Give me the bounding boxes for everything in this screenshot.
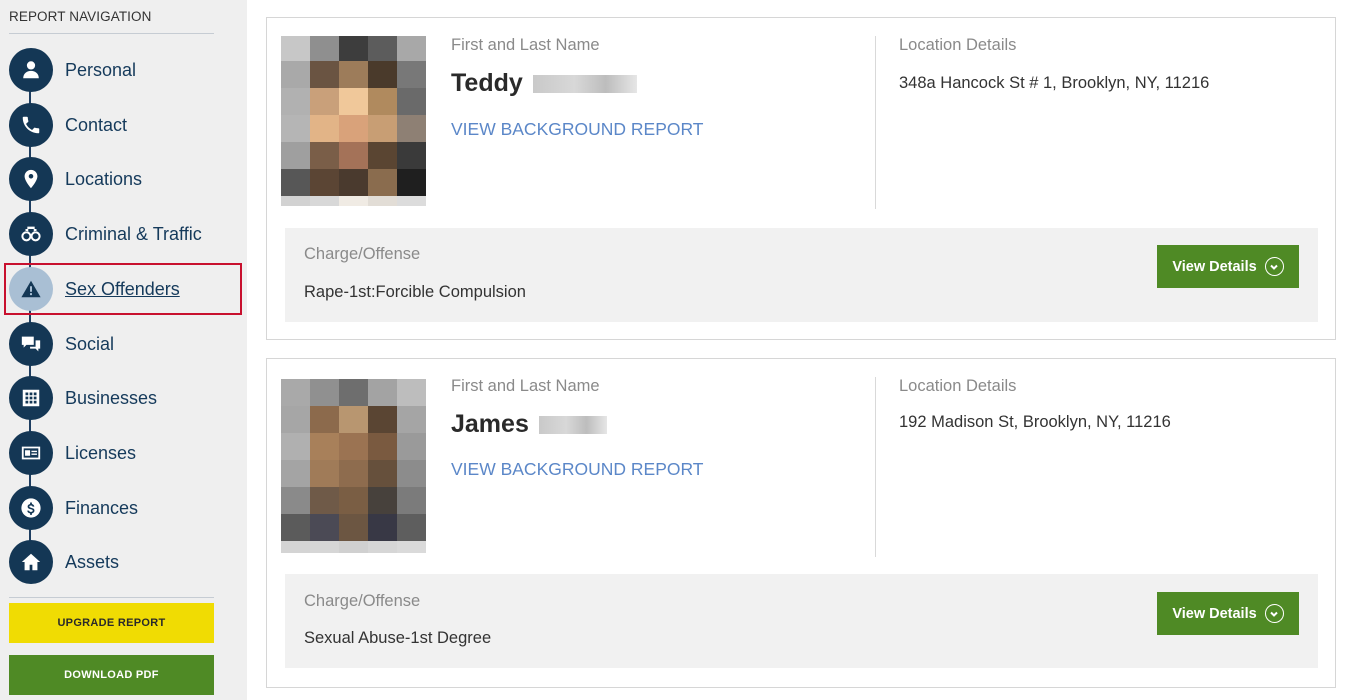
sidebar-item-label: Contact bbox=[65, 115, 128, 135]
handcuffs-icon bbox=[9, 212, 53, 256]
active-item-highlight bbox=[4, 263, 242, 315]
view-details-button[interactable]: View Details bbox=[1157, 245, 1299, 288]
sidebar-item-label: Criminal & Traffic bbox=[65, 224, 202, 244]
pixelated-photo bbox=[281, 379, 426, 553]
redacted-last-name bbox=[532, 74, 637, 93]
charge-label: Charge/Offense bbox=[304, 592, 421, 610]
charge-panel: Charge/Offense Rape-1st:Forcible Compuls… bbox=[285, 228, 1318, 322]
sidebar-item-contact[interactable]: Contact bbox=[9, 103, 234, 147]
name-label: First and Last Name bbox=[451, 377, 600, 395]
view-details-label: View Details bbox=[1172, 605, 1257, 622]
divider bbox=[875, 377, 876, 557]
first-name: James bbox=[451, 410, 529, 438]
sidebar-item-assets[interactable]: Assets bbox=[9, 540, 234, 584]
view-background-report-link[interactable]: VIEW BACKGROUND REPORT bbox=[451, 459, 704, 480]
pixelated-photo bbox=[281, 36, 426, 206]
redacted-last-name bbox=[538, 415, 607, 434]
charge-label: Charge/Offense bbox=[304, 245, 421, 263]
download-pdf-button[interactable]: DOWNLOAD PDF bbox=[9, 655, 214, 695]
phone-icon bbox=[9, 103, 53, 147]
view-details-label: View Details bbox=[1172, 258, 1257, 275]
sidebar-item-label: Social bbox=[65, 334, 115, 354]
location-label: Location Details bbox=[899, 36, 1017, 54]
sidebar-item-label: Assets bbox=[65, 552, 120, 572]
divider bbox=[875, 36, 876, 209]
sidebar-item-social[interactable]: Social bbox=[9, 322, 234, 366]
person-icon bbox=[9, 48, 53, 92]
sidebar-item-label: Finances bbox=[65, 498, 139, 518]
location-value: 348a Hancock St # 1, Brooklyn, NY, 11216 bbox=[899, 74, 1210, 92]
report-navigation-sidebar: REPORT NAVIGATION Personal Contact Locat… bbox=[0, 0, 247, 700]
sidebar-item-criminal-traffic[interactable]: Criminal & Traffic bbox=[9, 212, 234, 256]
sidebar-item-label: Licenses bbox=[65, 443, 137, 463]
person-name: Teddy bbox=[451, 69, 637, 98]
sidebar-item-label: Businesses bbox=[65, 388, 158, 408]
sidebar-item-personal[interactable]: Personal bbox=[9, 48, 234, 92]
view-background-report-link[interactable]: VIEW BACKGROUND REPORT bbox=[451, 119, 704, 140]
offender-record-card: First and Last Name Teddy VIEW BACKGROUN… bbox=[266, 17, 1336, 340]
first-name: Teddy bbox=[451, 69, 523, 97]
map-pin-icon bbox=[9, 157, 53, 201]
id-card-icon bbox=[9, 431, 53, 475]
sidebar-item-locations[interactable]: Locations bbox=[9, 157, 234, 201]
charge-value: Sexual Abuse-1st Degree bbox=[304, 629, 492, 647]
divider bbox=[9, 597, 214, 598]
home-icon bbox=[9, 540, 53, 584]
person-name: James bbox=[451, 410, 607, 439]
chevron-down-icon bbox=[1264, 604, 1284, 623]
location-label: Location Details bbox=[899, 377, 1017, 395]
nav-heading: REPORT NAVIGATION bbox=[9, 9, 152, 24]
chevron-down-icon bbox=[1264, 257, 1284, 276]
building-icon bbox=[9, 376, 53, 420]
charge-value: Rape-1st:Forcible Compulsion bbox=[304, 283, 526, 301]
sidebar-item-label: Personal bbox=[65, 60, 137, 80]
sidebar-item-licenses[interactable]: Licenses bbox=[9, 431, 234, 475]
upgrade-report-button[interactable]: UPGRADE REPORT bbox=[9, 603, 214, 643]
sidebar-item-finances[interactable]: Finances bbox=[9, 486, 234, 530]
sidebar-item-label: Locations bbox=[65, 169, 143, 189]
sidebar-item-businesses[interactable]: Businesses bbox=[9, 376, 234, 420]
location-value: 192 Madison St, Brooklyn, NY, 11216 bbox=[899, 413, 1171, 431]
name-label: First and Last Name bbox=[451, 36, 600, 54]
charge-panel: Charge/Offense Sexual Abuse-1st Degree V… bbox=[285, 574, 1318, 668]
offender-record-card: First and Last Name James VIEW BACKGROUN… bbox=[266, 358, 1336, 688]
view-details-button[interactable]: View Details bbox=[1157, 592, 1299, 635]
chat-bubbles-icon bbox=[9, 322, 53, 366]
dollar-icon bbox=[9, 486, 53, 530]
divider bbox=[9, 33, 214, 34]
